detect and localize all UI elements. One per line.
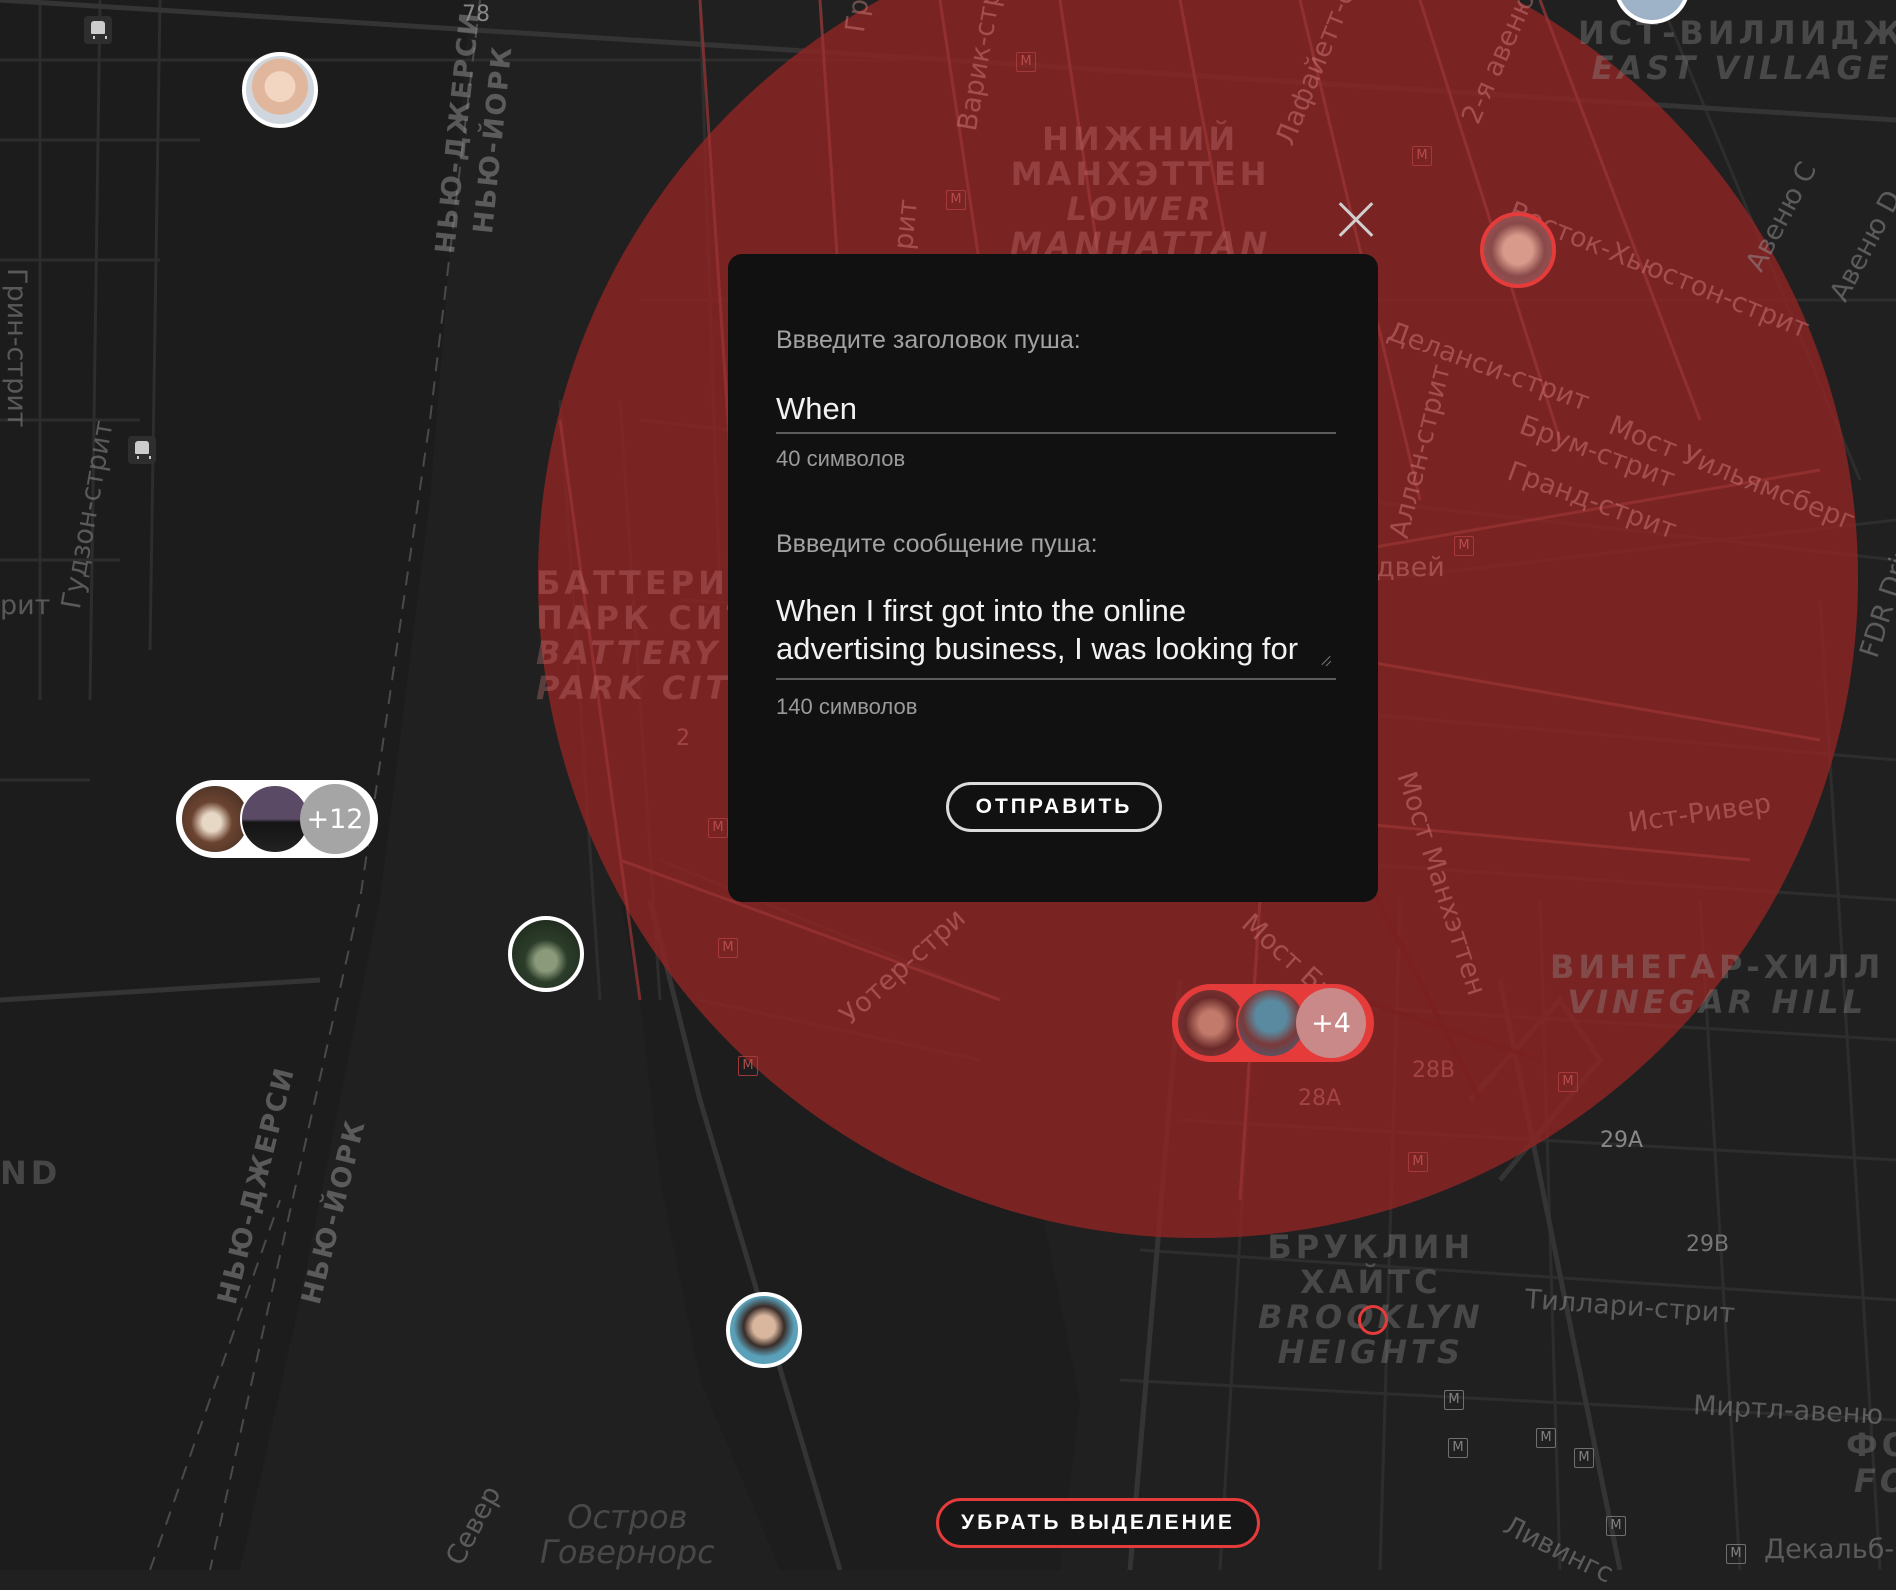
metro-icon[interactable]: M [946, 190, 966, 210]
district-governors-island-label: Остров Говернорс [540, 1498, 715, 1571]
close-icon[interactable] [1336, 200, 1376, 240]
train-station-icon[interactable] [84, 16, 112, 44]
location-marker-icon[interactable] [1358, 1305, 1388, 1335]
label-nd: ND [0, 1154, 62, 1192]
metro-icon[interactable]: M [738, 1056, 758, 1076]
district-east-village: ИСТ-ВИЛЛИДЖ EAST VILLAGE [1578, 16, 1896, 86]
metro-icon[interactable]: M [1444, 1390, 1464, 1410]
street-green: Грин-стрит [1, 268, 32, 428]
push-title-label: Ввведите заголовок пуша: [776, 326, 1081, 354]
street-trit: рит [888, 197, 925, 252]
user-cluster-marker[interactable]: +12 [176, 780, 378, 858]
metro-icon[interactable]: M [1574, 1448, 1594, 1468]
metro-icon[interactable]: M [1408, 1152, 1428, 1172]
cluster-count: +12 [300, 784, 370, 854]
cluster-count: +4 [1296, 988, 1366, 1058]
metro-icon[interactable]: M [1412, 146, 1432, 166]
metro-icon[interactable]: M [1558, 1072, 1578, 1092]
district-east-village-ru: ИСТ-ВИЛЛИДЖ [1578, 14, 1896, 52]
push-notification-dialog: Ввведите заголовок пуша: 40 символов Ввв… [728, 254, 1378, 902]
push-message-textarea[interactable]: When I first got into the online adverti… [776, 592, 1336, 680]
district-vinegar-hill: ВИНЕГАР-ХИЛЛ VINEGAR HILL [1550, 950, 1884, 1020]
exit-label: 29A [1600, 1128, 1644, 1153]
user-avatar-marker[interactable] [1480, 212, 1556, 288]
street-dekalb: Декальб- [1764, 1534, 1895, 1565]
send-button[interactable]: ОТПРАВИТЬ [946, 782, 1162, 832]
district-east-village-en: EAST VILLAGE [1591, 49, 1893, 87]
textarea-resize-handle[interactable] [1318, 654, 1332, 668]
label-for: FOR [1854, 1462, 1896, 1500]
district-lower-manhattan-ru: НИЖНИЙ МАНХЭТТЕН [1010, 120, 1271, 193]
street-dvey: двей [1376, 552, 1445, 583]
street-rit: рит [0, 590, 51, 621]
district-lower-manhattan: НИЖНИЙ МАНХЭТТЕН LOWER MANHATTAN [1010, 122, 1271, 262]
district-lower-manhattan-en: LOWER MANHATTAN [1010, 190, 1272, 263]
push-title-char-count: 40 символов [776, 446, 906, 471]
push-message-label: Ввведите сообщение пуша: [776, 530, 1098, 558]
user-cluster-marker[interactable]: +4 [1172, 984, 1374, 1062]
user-avatar-marker[interactable] [242, 52, 318, 128]
metro-icon[interactable]: M [1454, 536, 1474, 556]
exit-label: 2 [676, 726, 690, 751]
exit-label: 28B [1412, 1058, 1456, 1083]
user-avatar-marker[interactable] [726, 1292, 802, 1368]
clear-selection-button[interactable]: УБРАТЬ ВЫДЕЛЕНИЕ [936, 1498, 1260, 1548]
district-vinegar-hill-ru: ВИНЕГАР-ХИЛЛ [1550, 948, 1885, 986]
metro-icon[interactable]: M [718, 938, 738, 958]
metro-icon[interactable]: M [1606, 1516, 1626, 1536]
district-governors-island: Остров Говернорс [540, 1500, 715, 1570]
district-brooklyn-heights: БРУКЛИН ХАЙТС BROOKLYN HEIGHTS [1258, 1230, 1484, 1370]
exit-label: 78 [462, 2, 490, 27]
push-title-input[interactable] [776, 386, 1336, 434]
user-avatar-marker[interactable] [508, 916, 584, 992]
metro-icon[interactable]: M [1726, 1544, 1746, 1564]
train-station-icon[interactable] [128, 436, 156, 464]
metro-icon[interactable]: M [1536, 1428, 1556, 1448]
exit-label: 29B [1686, 1232, 1730, 1257]
metro-icon[interactable]: M [708, 818, 728, 838]
exit-label: 28A [1298, 1086, 1342, 1111]
metro-icon[interactable]: M [1448, 1438, 1468, 1458]
district-vinegar-hill-en: VINEGAR HILL [1567, 983, 1867, 1021]
label-fo: ФО [1846, 1426, 1896, 1464]
metro-icon[interactable]: M [1016, 52, 1036, 72]
push-message-char-count: 140 символов [776, 694, 918, 719]
district-brooklyn-heights-ru: БРУКЛИН ХАЙТС [1267, 1228, 1475, 1301]
